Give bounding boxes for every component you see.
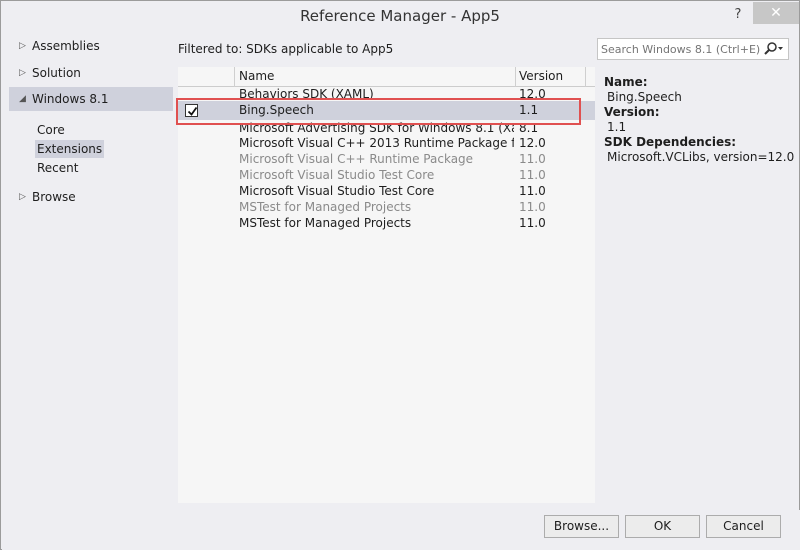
detail-name-value: Bing.Speech <box>607 90 682 104</box>
row-name: Bing.Speech <box>239 103 314 117</box>
detail-dependencies-value: Microsoft.VCLibs, version=12.0 <box>607 150 795 164</box>
sidebar-item-assemblies[interactable]: ▷ Assemblies <box>9 34 173 58</box>
sidebar-subitem-core[interactable]: Core <box>35 121 67 139</box>
row-version: 11.0 <box>519 184 546 198</box>
row-name: Microsoft Visual Studio Test Core <box>239 184 435 198</box>
sidebar: ▷ Assemblies ▷ Solution ◢ Windows 8.1 Co… <box>9 32 175 502</box>
table-row[interactable]: Microsoft Advertising SDK for Windows 8.… <box>178 120 595 136</box>
sidebar-item-label: Solution <box>32 66 81 80</box>
table-row[interactable]: MSTest for Managed Projects 11.0 <box>178 215 595 231</box>
collapse-arrow-icon: ◢ <box>19 94 26 104</box>
sidebar-item-label: Assemblies <box>32 39 100 53</box>
row-version: 12.0 <box>519 136 546 150</box>
row-name: Microsoft Visual C++ 2013 Runtime Packag… <box>239 136 514 150</box>
sidebar-item-browse[interactable]: ▷ Browse <box>9 185 173 209</box>
row-checkbox[interactable] <box>185 104 198 117</box>
window-title: Reference Manager - App5 <box>300 7 500 25</box>
row-version: 12.0 <box>519 87 546 101</box>
column-separator <box>234 67 235 87</box>
row-version: 11.0 <box>519 200 546 214</box>
expand-arrow-icon: ▷ <box>19 192 26 202</box>
column-separator <box>515 67 516 87</box>
sidebar-subitem-recent[interactable]: Recent <box>35 159 80 177</box>
row-name: Microsoft Visual Studio Test Core <box>239 168 435 182</box>
column-header-version[interactable]: Version <box>519 67 563 87</box>
detail-version-value: 1.1 <box>607 120 627 134</box>
detail-dependencies-label: SDK Dependencies: <box>604 135 737 149</box>
column-header-name[interactable]: Name <box>239 67 274 87</box>
detail-version-label: Version: <box>604 105 660 119</box>
filter-label: Filtered to: SDKs applicable to App5 <box>178 42 394 56</box>
close-button[interactable]: ✕ <box>753 2 799 24</box>
table-row[interactable]: Microsoft Visual Studio Test Core 11.0 <box>178 167 595 183</box>
detail-name-label: Name: <box>604 75 648 89</box>
checkmark-icon <box>187 106 198 116</box>
column-separator <box>585 67 586 87</box>
row-version: 1.1 <box>519 103 539 117</box>
row-version: 8.1 <box>519 121 539 135</box>
sidebar-subitem-extensions[interactable]: Extensions <box>35 140 105 158</box>
search-icon[interactable] <box>763 41 785 57</box>
sidebar-item-windows-8-1[interactable]: ◢ Windows 8.1 <box>9 87 173 111</box>
help-button[interactable]: ? <box>728 5 748 25</box>
title-bar: Reference Manager - App5 ? ✕ <box>1 1 799 32</box>
table-row[interactable]: Behaviors SDK (XAML) 12.0 <box>178 86 595 102</box>
ok-button[interactable]: OK <box>625 515 700 538</box>
reference-manager-window: Reference Manager - App5 ? ✕ ▷ Assemblie… <box>0 0 800 550</box>
row-name: Behaviors SDK (XAML) <box>239 87 374 101</box>
table-row-selected[interactable]: Bing.Speech 1.1 <box>178 101 595 120</box>
search-box[interactable] <box>597 38 789 60</box>
sdk-list: Name Version Behaviors SDK (XAML) 12.0 B… <box>178 67 595 503</box>
row-name: MSTest for Managed Projects <box>239 216 412 230</box>
details-pane: Name: Bing.Speech Version: 1.1 SDK Depen… <box>604 75 794 165</box>
sidebar-item-label: Browse <box>32 190 76 204</box>
dialog-footer: Browse... OK Cancel <box>2 510 800 550</box>
table-row[interactable]: Microsoft Visual C++ 2013 Runtime Packag… <box>178 135 595 151</box>
row-version: 11.0 <box>519 152 546 166</box>
sidebar-item-solution[interactable]: ▷ Solution <box>9 61 173 85</box>
expand-arrow-icon: ▷ <box>19 41 26 51</box>
cancel-button[interactable]: Cancel <box>706 515 781 538</box>
table-row[interactable]: Microsoft Visual C++ Runtime Package 11.… <box>178 151 595 167</box>
sidebar-item-label: Windows 8.1 <box>32 92 109 106</box>
table-row[interactable]: MSTest for Managed Projects 11.0 <box>178 199 595 215</box>
search-input[interactable] <box>601 41 761 57</box>
list-header: Name Version <box>178 67 595 87</box>
row-version: 11.0 <box>519 216 546 230</box>
row-version: 11.0 <box>519 168 546 182</box>
browse-button[interactable]: Browse... <box>544 515 619 538</box>
row-name: Microsoft Visual C++ Runtime Package <box>239 152 474 166</box>
expand-arrow-icon: ▷ <box>19 68 26 78</box>
row-name: Microsoft Advertising SDK for Windows 8.… <box>239 121 514 135</box>
row-name: MSTest for Managed Projects <box>239 200 412 214</box>
table-row[interactable]: Microsoft Visual Studio Test Core 11.0 <box>178 183 595 199</box>
